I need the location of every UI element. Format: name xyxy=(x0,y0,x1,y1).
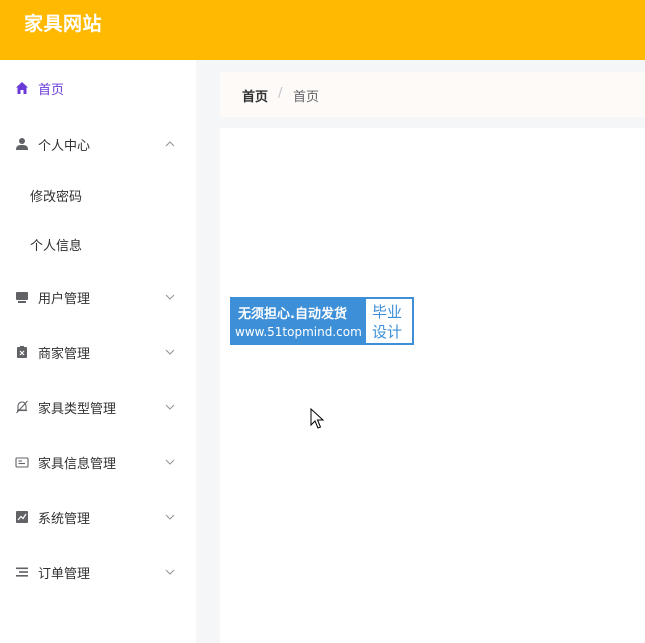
chevron-down-icon xyxy=(165,294,175,300)
sidebar-item-personal-center[interactable]: 个人中心 xyxy=(0,124,196,164)
watermark-url: www.51topmind.com xyxy=(235,325,362,339)
breadcrumb-separator: / xyxy=(278,86,283,101)
sidebar-item-order-management[interactable]: 订单管理 xyxy=(0,552,196,592)
watermark-badge: 无须担心.自动发货 www.51topmind.com 毕业 设计 xyxy=(230,297,414,345)
chart-icon xyxy=(14,509,30,525)
user-icon xyxy=(14,136,30,152)
watermark-text-block: 无须担心.自动发货 www.51topmind.com xyxy=(232,299,366,343)
chevron-down-icon xyxy=(165,404,175,410)
watermark-label-block: 毕业 设计 xyxy=(366,299,412,343)
id-card-icon xyxy=(14,454,30,470)
sidebar-item-label: 系统管理 xyxy=(38,511,91,527)
sidebar-item-label: 家具信息管理 xyxy=(38,456,117,472)
breadcrumb-current: 首页 xyxy=(293,90,320,105)
sidebar-item-label: 个人中心 xyxy=(38,138,91,154)
watermark-right1: 毕业 xyxy=(372,303,403,321)
sidebar-item-personal-info[interactable]: 个人信息 xyxy=(0,224,196,264)
mouse-cursor-icon xyxy=(310,408,325,429)
sidebar-item-furniture-info-management[interactable]: 家具信息管理 xyxy=(0,442,196,482)
sidebar-subitem-label: 修改密码 xyxy=(30,189,83,205)
top-header: 家具网站 xyxy=(0,0,645,60)
sidebar-item-label: 家具类型管理 xyxy=(38,401,117,417)
sidebar-subitem-label: 个人信息 xyxy=(30,238,83,254)
sidebar-item-home[interactable]: 首页 xyxy=(0,68,196,108)
sidebar-item-label: 订单管理 xyxy=(38,566,91,582)
monitor-icon xyxy=(14,289,30,305)
main-panel xyxy=(220,128,645,643)
home-icon xyxy=(14,80,30,96)
sidebar-item-label: 用户管理 xyxy=(38,291,91,307)
sidebar-item-change-password[interactable]: 修改密码 xyxy=(0,175,196,215)
sidebar-item-merchant-management[interactable]: 商家管理 xyxy=(0,332,196,372)
bell-off-icon xyxy=(14,399,30,415)
sidebar-item-label: 首页 xyxy=(38,82,65,98)
breadcrumb: 首页 / 首页 xyxy=(220,72,645,117)
clipboard-icon xyxy=(14,344,30,360)
watermark-right2: 设计 xyxy=(372,323,403,341)
sidebar-item-system-management[interactable]: 系统管理 xyxy=(0,497,196,537)
chevron-down-icon xyxy=(165,459,175,465)
watermark-line1: 无须担心.自动发货 xyxy=(238,307,347,322)
chevron-down-icon xyxy=(165,569,175,575)
sidebar: 首页 个人中心 修改密码 个人信息 用户管理 商家管理 家具类型管理 家具信息管… xyxy=(0,60,196,643)
list-icon xyxy=(14,564,30,580)
site-title: 家具网站 xyxy=(24,13,103,35)
breadcrumb-root[interactable]: 首页 xyxy=(242,86,268,105)
content-area: 首页 / 首页 xyxy=(196,60,645,643)
chevron-down-icon xyxy=(165,514,175,520)
chevron-down-icon xyxy=(165,349,175,355)
sidebar-item-label: 商家管理 xyxy=(38,346,91,362)
sidebar-item-furniture-type-management[interactable]: 家具类型管理 xyxy=(0,387,196,427)
sidebar-item-user-management[interactable]: 用户管理 xyxy=(0,277,196,317)
chevron-up-icon xyxy=(165,141,175,147)
